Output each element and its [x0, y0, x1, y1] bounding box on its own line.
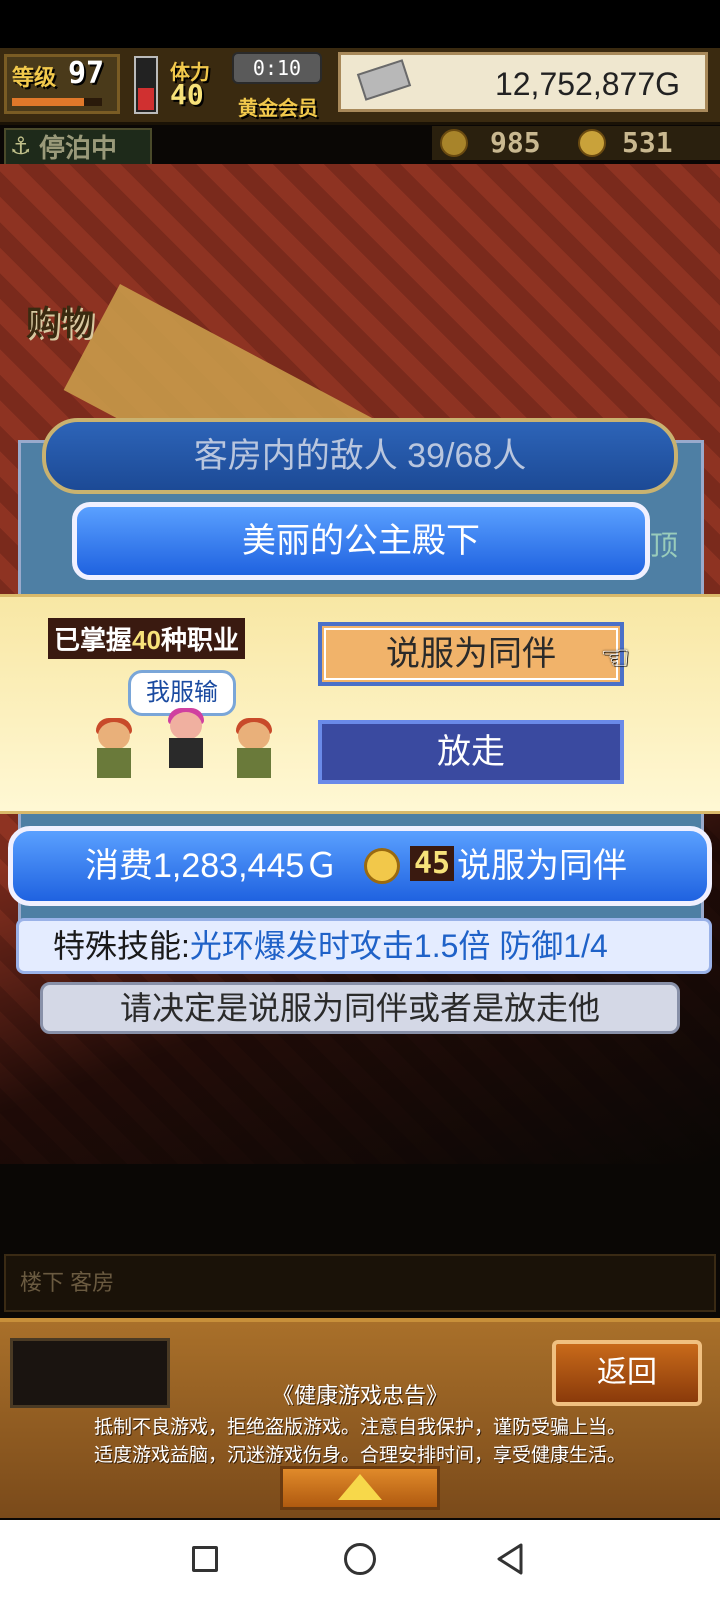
- stamina-value: 40: [170, 78, 204, 111]
- mastered-suffix: 种职业: [160, 625, 239, 655]
- health-notice-title: 《健康游戏忠告》: [271, 1383, 448, 1408]
- resource-1-value: 985: [490, 126, 541, 159]
- cost-coin-count: 45: [410, 846, 455, 881]
- gear-coin-icon: [440, 129, 468, 157]
- character-body: [97, 748, 131, 778]
- mastered-count: 40: [132, 625, 161, 655]
- gold-coin-icon: [578, 129, 606, 157]
- shop-sign: 购物: [26, 305, 94, 343]
- character-body: [237, 748, 271, 778]
- decision-prompt: 请决定是说服为同伴或者是放走他: [40, 982, 680, 1034]
- cost-text: 消费1,283,445Ｇ: [85, 847, 339, 885]
- skill-description: 光环爆发时攻击1.5倍 防御1/4: [189, 928, 608, 964]
- guard-character-right: [232, 718, 276, 782]
- stamina-timer: 0:10: [232, 52, 322, 84]
- nav-back-icon[interactable]: [494, 1542, 526, 1576]
- mastered-prefix: 已掌握: [54, 625, 133, 655]
- system-status-bar: [0, 0, 720, 48]
- docked-status-label: 停泊中: [38, 133, 117, 163]
- anchor-icon: ⚓: [10, 133, 32, 160]
- target-name-banner: 美丽的公主殿下: [72, 502, 650, 580]
- princess-character: [164, 708, 208, 772]
- character-head: [238, 722, 270, 750]
- pointing-hand-icon: ☜: [600, 639, 631, 677]
- nav-square-icon[interactable]: [192, 1546, 218, 1572]
- mastered-jobs-label: 已掌握40种职业: [48, 618, 245, 659]
- money-value: 12,752,877G: [494, 66, 680, 102]
- level-label: 等级: [12, 65, 57, 90]
- special-skill-bar: 特殊技能:光环爆发时攻击1.5倍 防御1/4: [16, 918, 712, 974]
- resource-bar: [432, 126, 720, 160]
- resource-2-value: 531: [622, 126, 673, 159]
- level-value: 97: [68, 56, 105, 91]
- persuade-button[interactable]: 说服为同伴: [318, 622, 624, 686]
- character-head: [170, 712, 202, 740]
- side-text: 顶: [650, 530, 679, 561]
- guard-character-left: [92, 718, 136, 782]
- floor-location-bar: 楼下 客房: [4, 1254, 716, 1312]
- health-notice-line-2: 适度游戏益脑，沉迷游戏伤身。合理安排时间，享受健康生活。: [93, 1445, 626, 1466]
- cost-banner[interactable]: 消费1,283,445Ｇ 说服为同伴: [8, 826, 712, 906]
- skill-label: 特殊技能:: [53, 928, 190, 964]
- release-button[interactable]: 放走: [318, 720, 624, 784]
- stamina-gauge-fill: [138, 87, 154, 110]
- membership-badge[interactable]: 黄金会员: [238, 92, 318, 121]
- character-head: [98, 722, 130, 750]
- enemy-count-banner: 客房内的敌人 39/68人: [42, 418, 678, 494]
- health-notice-line-1: 抵制不良游戏，拒绝盗版游戏。注意自我保护，谨防受骗上当。: [93, 1417, 626, 1438]
- up-arrow-icon: [338, 1474, 382, 1500]
- nav-circle-icon[interactable]: [344, 1543, 376, 1575]
- cost-action: 说服为同伴: [457, 847, 627, 885]
- gold-coin-icon: [364, 848, 400, 884]
- level-progress-fill: [12, 98, 84, 106]
- character-body: [169, 738, 203, 768]
